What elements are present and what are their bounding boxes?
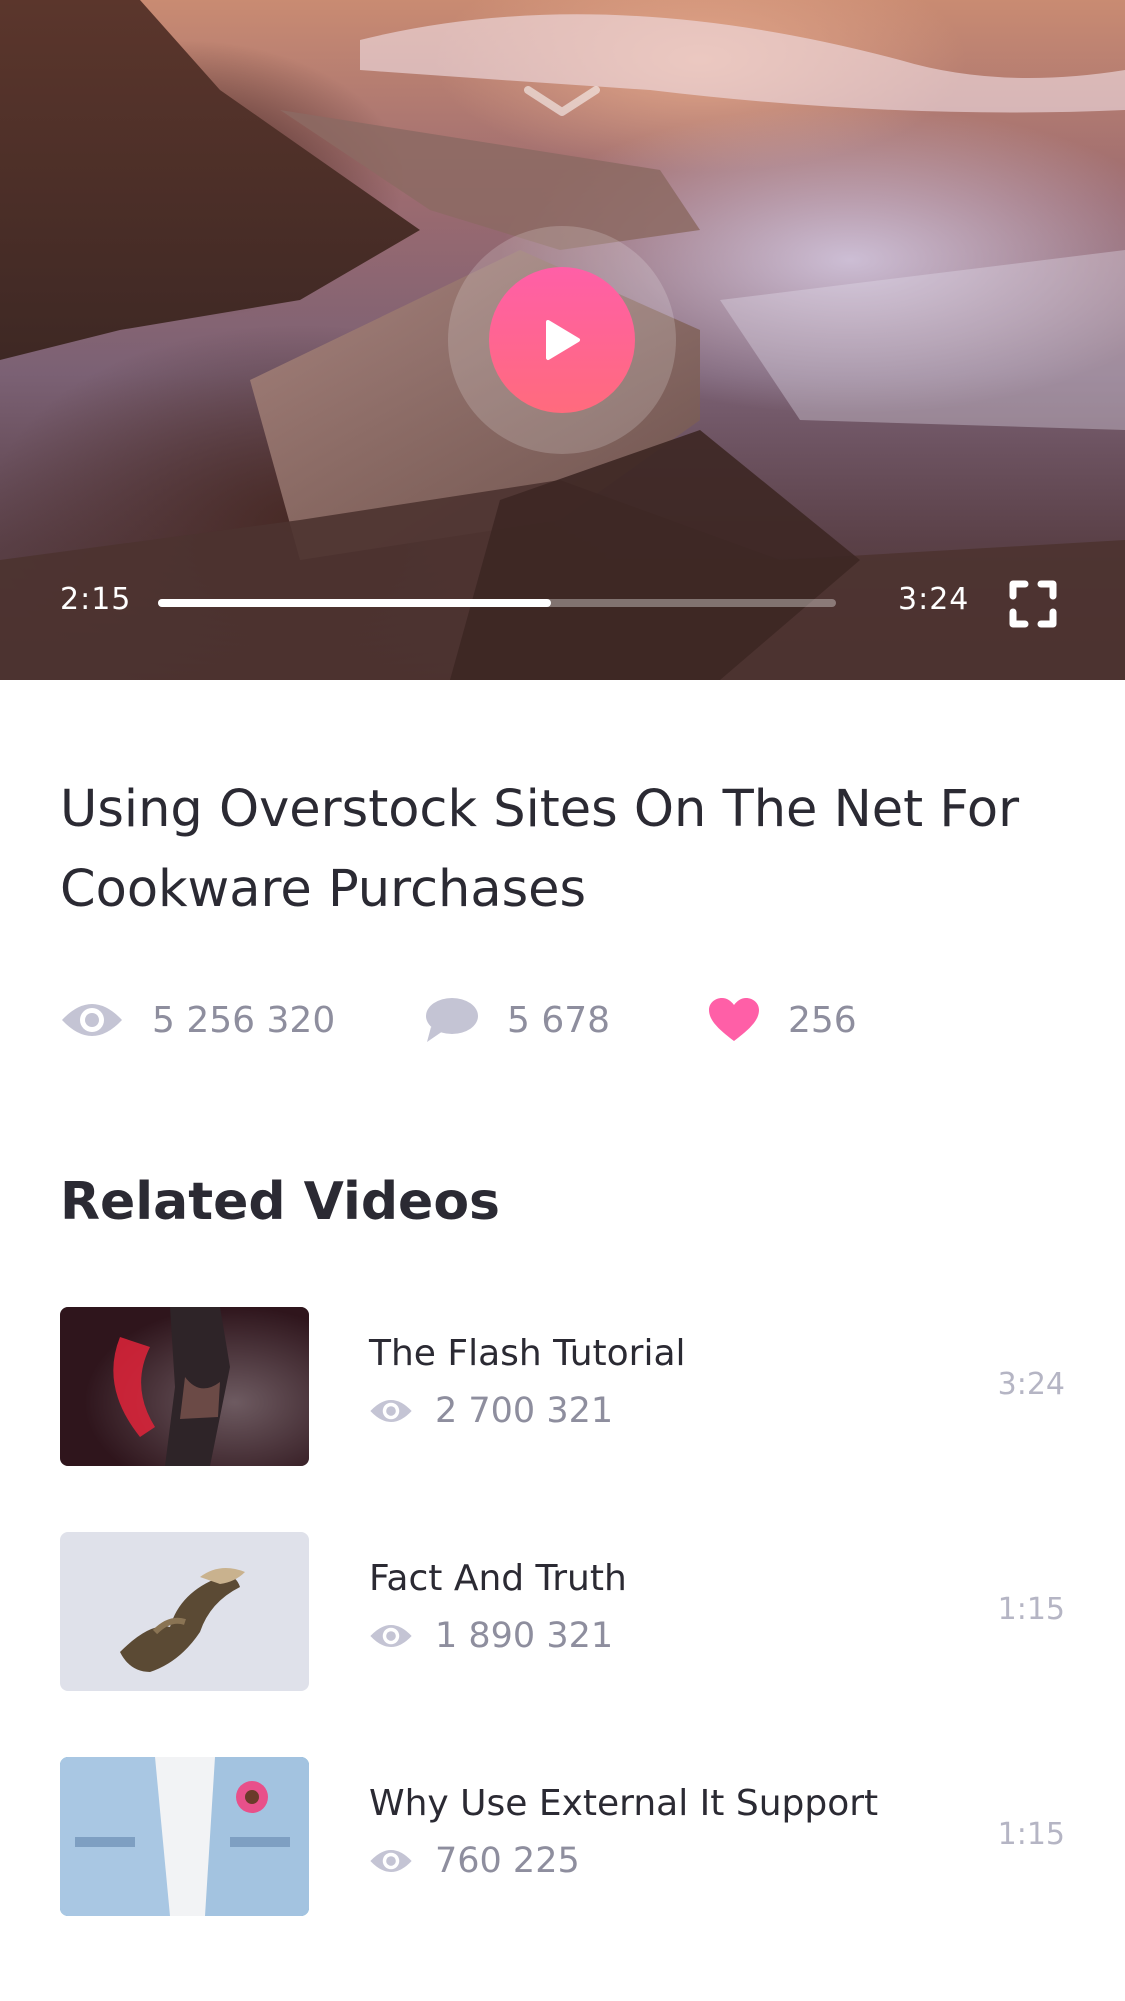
related-video-title: The Flash Tutorial: [369, 1333, 686, 1374]
thumbnail-image: [60, 1307, 309, 1466]
video-thumbnail: [60, 1307, 309, 1466]
comments-stat[interactable]: 5 678: [425, 990, 610, 1050]
likes-count: 256: [788, 999, 857, 1041]
video-player[interactable]: 2:15 3:24: [0, 0, 1125, 680]
related-video-views: 2 700 321: [369, 1391, 613, 1431]
related-video-views: 1 890 321: [369, 1616, 613, 1656]
thumbnail-image: [60, 1757, 309, 1916]
thumbnail-image: [60, 1532, 309, 1691]
views-stat: 5 256 320: [60, 990, 335, 1050]
related-video-title: Fact And Truth: [369, 1558, 627, 1599]
fullscreen-icon[interactable]: [1009, 580, 1057, 628]
related-video-title: Why Use External It Support: [369, 1783, 879, 1824]
list-item[interactable]: Why Use External It Support 760 225 1:15: [60, 1757, 1065, 1917]
views-count: 5 256 320: [152, 999, 336, 1041]
eye-icon: [370, 1850, 412, 1872]
likes-stat[interactable]: 256: [708, 990, 857, 1050]
comment-icon: [426, 998, 478, 1042]
list-item[interactable]: The Flash Tutorial 2 700 321 3:24: [60, 1307, 1065, 1467]
video-thumbnail: [60, 1757, 309, 1916]
related-video-view-count: 760 225: [435, 1841, 580, 1881]
eye-icon: [370, 1625, 412, 1647]
heart-icon: [709, 998, 759, 1041]
play-icon: [546, 320, 580, 360]
related-videos-heading: Related Videos: [60, 1172, 500, 1232]
progress-fill: [158, 599, 552, 607]
play-button[interactable]: [489, 267, 635, 413]
eye-icon: [62, 1004, 122, 1036]
progress-bar[interactable]: [158, 599, 836, 607]
related-video-duration: 3:24: [997, 1367, 1065, 1402]
related-video-duration: 1:15: [997, 1592, 1065, 1627]
list-item[interactable]: Fact And Truth 1 890 321 1:15: [60, 1532, 1065, 1692]
video-stats: 5 256 320 5 678 256: [0, 990, 1125, 1050]
play-button-halo: [448, 226, 676, 454]
related-video-views: 760 225: [369, 1841, 580, 1881]
related-video-view-count: 2 700 321: [435, 1391, 614, 1431]
comments-count: 5 678: [507, 999, 611, 1041]
eye-icon: [370, 1400, 412, 1422]
related-video-duration: 1:15: [997, 1817, 1065, 1852]
related-video-view-count: 1 890 321: [435, 1616, 614, 1656]
video-title: Using Overstock Sites On The Net For Coo…: [60, 780, 1020, 919]
current-time: 2:15: [60, 582, 132, 617]
video-thumbnail: [60, 1532, 309, 1691]
total-time: 3:24: [898, 582, 970, 617]
chevron-down-icon[interactable]: [524, 84, 600, 120]
